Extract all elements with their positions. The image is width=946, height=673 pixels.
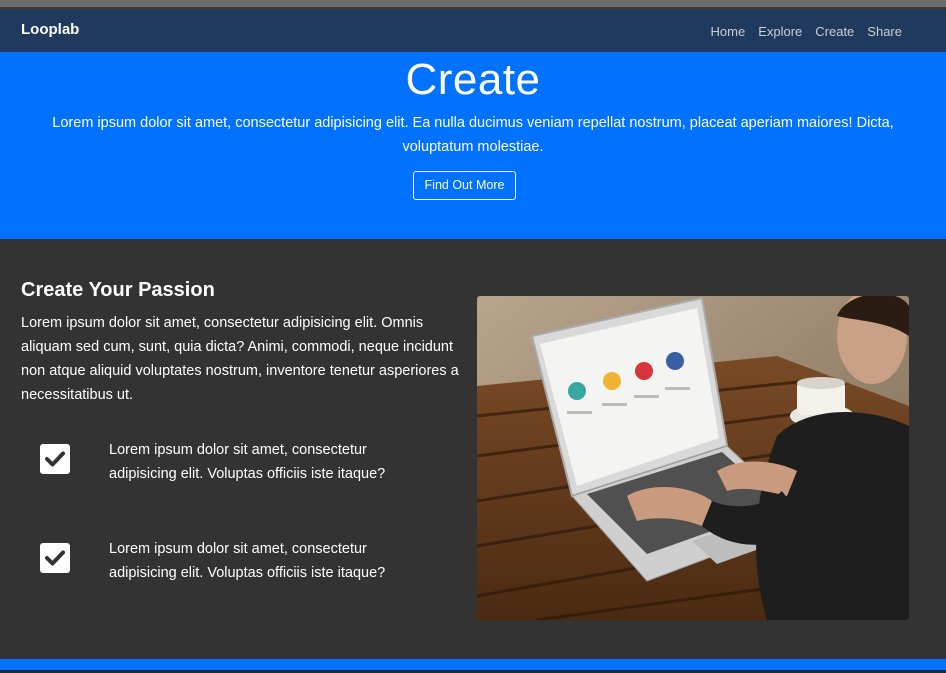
nav-link-explore[interactable]: Explore (758, 24, 802, 39)
window-top-strip (0, 0, 946, 10)
hero-title: Create (405, 55, 541, 104)
brand-logo[interactable]: Looplab (21, 10, 79, 50)
nav-link-home[interactable]: Home (711, 24, 746, 39)
section-text: Lorem ipsum dolor sit amet, consectetur … (21, 315, 459, 403)
feature-item: Lorem ipsum dolor sit amet, consectetur … (0, 537, 470, 597)
hero-section: Create Lorem ipsum dolor sit amet, conse… (0, 52, 946, 239)
feature-text: Lorem ipsum dolor sit amet, consectetur … (109, 442, 386, 482)
section-title: Create Your Passion (21, 279, 215, 301)
hero-text: Lorem ipsum dolor sit amet, consectetur … (52, 115, 894, 155)
nav-link-share[interactable]: Share (867, 24, 902, 39)
nav-links: Home Explore Create Share (698, 10, 903, 52)
feature-item: Lorem ipsum dolor sit amet, consectetur … (0, 438, 470, 498)
passion-section: Create Your Passion Lorem ipsum dolor si… (0, 239, 946, 659)
check-square-icon (40, 543, 70, 573)
feature-text: Lorem ipsum dolor sit amet, consectetur … (109, 541, 386, 581)
check-square-icon (40, 444, 70, 474)
find-out-more-button[interactable]: Find Out More (413, 171, 516, 200)
navbar: Looplab Home Explore Create Share (0, 10, 946, 52)
nav-link-create[interactable]: Create (815, 24, 854, 39)
laptop-photo (477, 296, 909, 620)
